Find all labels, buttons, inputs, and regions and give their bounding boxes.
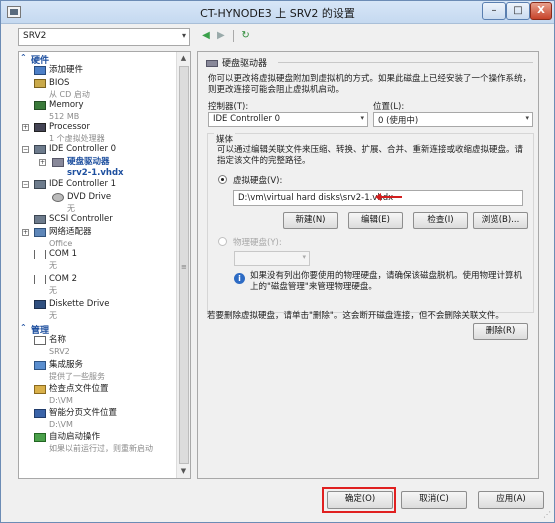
scrollbar-thumb[interactable]: ≡ <box>179 66 189 464</box>
collapse-icon[interactable]: − <box>22 146 29 153</box>
resize-grip-icon[interactable]: ⋰ <box>543 510 551 519</box>
tree-item-diskette-drive[interactable]: Diskette Drive 无 <box>19 299 177 323</box>
collapse-icon: ⌃ <box>20 323 27 332</box>
edit-button[interactable]: 编辑(E) <box>348 212 403 229</box>
tree-item-scsi-controller[interactable]: SCSI Controller <box>19 214 177 227</box>
diskette-drive-icon <box>34 300 46 309</box>
dvd-drive-icon <box>52 193 64 202</box>
settings-window: CT-HYNODE3 上 SRV2 的设置 – □ X SRV2 ▾ ◀ ▶ ↻… <box>0 0 555 523</box>
remove-button[interactable]: 删除(R) <box>473 323 528 340</box>
paging-file-icon <box>34 409 46 418</box>
browse-button[interactable]: 浏览(B)... <box>473 212 528 229</box>
expand-icon[interactable]: + <box>22 229 29 236</box>
media-group: 媒体 可以通过编辑关联文件来压缩、转换、扩展、合并、重新连接或收缩虚拟硬盘。请指… <box>207 133 534 313</box>
window-title: CT-HYNODE3 上 SRV2 的设置 <box>200 7 355 20</box>
tree-scrollbar[interactable]: ▲ ≡ ▼ <box>176 52 190 478</box>
physical-disk-info-text: 如果没有列出你要使用的物理硬盘，请确保该磁盘脱机。使用物理计算机上的"磁盘管理"… <box>250 271 523 292</box>
tree-item-memory[interactable]: Memory 512 MB <box>19 100 177 122</box>
heading-divider <box>278 62 533 63</box>
hard-drive-settings-panel: 硬盘驱动器 你可以更改将虚拟硬盘附加到虚拟机的方式。如果此磁盘上已经安装了一个操… <box>197 51 539 479</box>
tree-item-processor[interactable]: + Processor 1 个虚拟处理器 <box>19 122 177 144</box>
expand-icon[interactable]: + <box>22 124 29 131</box>
chevron-down-icon: ▾ <box>525 114 529 122</box>
com-port-icon <box>34 275 46 284</box>
panel-heading: 硬盘驱动器 <box>206 56 267 69</box>
add-hardware-icon <box>34 66 46 75</box>
hardware-section-header[interactable]: ⌃ 硬件 <box>19 53 177 66</box>
network-adapter-icon <box>34 228 46 237</box>
integration-services-icon <box>34 361 46 370</box>
controller-select[interactable]: IDE Controller 0 ▾ <box>208 112 368 127</box>
close-button[interactable]: X <box>530 2 552 20</box>
virtual-disk-label: 虚拟硬盘(V): <box>233 176 283 186</box>
vm-select-value: SRV2 <box>23 31 47 41</box>
ide-controller-icon <box>34 145 46 154</box>
virtual-disk-radio[interactable] <box>218 175 227 184</box>
tree-item-ide-controller-0[interactable]: − IDE Controller 0 <box>19 144 177 157</box>
ok-button[interactable]: 确定(O) <box>327 491 393 509</box>
com-port-icon <box>34 250 46 259</box>
collapse-icon[interactable]: − <box>22 181 29 188</box>
forward-arrow-icon[interactable]: ▶ <box>215 28 227 44</box>
annotation-arrow <box>375 193 402 201</box>
apply-button[interactable]: 应用(A) <box>478 491 544 509</box>
tree-item-integration-services[interactable]: 集成服务 提供了一些服务 <box>19 360 177 384</box>
scroll-up-icon[interactable]: ▲ <box>177 52 190 65</box>
new-button[interactable]: 新建(N) <box>283 212 338 229</box>
tree-item-dvd-drive[interactable]: DVD Drive 无 <box>19 192 177 214</box>
ide-controller-icon <box>34 180 46 189</box>
checkpoint-icon <box>34 385 46 394</box>
nav-toolbar: ◀ ▶ ↻ <box>200 28 252 46</box>
tree-item-ide-controller-1[interactable]: − IDE Controller 1 <box>19 179 177 192</box>
toolbar-separator <box>232 29 234 42</box>
info-icon: i <box>234 273 245 284</box>
memory-icon <box>34 101 46 110</box>
media-description: 可以通过编辑关联文件来压缩、转换、扩展、合并、重新连接或收缩虚拟硬盘。请指定该文… <box>217 145 524 166</box>
chevron-down-icon: ▾ <box>302 253 306 261</box>
scroll-down-icon[interactable]: ▼ <box>177 465 190 478</box>
collapse-icon: ⌃ <box>20 53 27 62</box>
location-select[interactable]: 0 (使用中) ▾ <box>373 112 533 127</box>
chevron-down-icon: ▾ <box>360 114 364 122</box>
refresh-icon[interactable]: ↻ <box>240 28 252 44</box>
panel-intro-text: 你可以更改将虚拟硬盘附加到虚拟机的方式。如果此磁盘上已经安装了一个操作系统，则更… <box>208 74 532 95</box>
auto-start-icon <box>34 433 46 442</box>
controller-label: 控制器(T): <box>208 102 249 112</box>
cancel-button[interactable]: 取消(C) <box>401 491 467 509</box>
back-arrow-icon[interactable]: ◀ <box>200 28 212 44</box>
maximize-button[interactable]: □ <box>506 2 530 20</box>
bios-icon <box>34 79 46 88</box>
media-group-title: 媒体 <box>214 133 236 145</box>
inspect-button[interactable]: 检查(I) <box>413 212 468 229</box>
tree-item-add-hardware[interactable]: 添加硬件 <box>19 65 177 78</box>
hard-drive-icon <box>52 158 64 167</box>
tree-item-name[interactable]: 名称 SRV2 <box>19 335 177 360</box>
expand-icon[interactable]: + <box>39 159 46 166</box>
physical-disk-label: 物理硬盘(Y): <box>233 238 282 248</box>
physical-disk-select[interactable]: ▾ <box>234 251 310 266</box>
hardware-tree: ⌃ 硬件 添加硬件 BIOS 从 CD 启动 Memory 512 MB + P… <box>18 51 191 479</box>
tree-item-com1[interactable]: COM 1 无 <box>19 249 177 274</box>
grip-icon: ≡ <box>181 263 187 271</box>
remove-hint-text: 若要删除虚拟硬盘，请单击"删除"。这会断开磁盘连接，但不会删除关联文件。 <box>207 311 504 321</box>
hard-drive-icon <box>206 60 218 67</box>
tree-item-auto-start[interactable]: 自动启动操作 如果以前运行过，则重新启动 <box>19 432 177 456</box>
tree-item-bios[interactable]: BIOS 从 CD 启动 <box>19 78 177 100</box>
physical-disk-radio[interactable] <box>218 237 227 246</box>
vm-select[interactable]: SRV2 ▾ <box>18 28 190 46</box>
chevron-down-icon: ▾ <box>181 31 186 40</box>
minimize-button[interactable]: – <box>482 2 506 20</box>
title-bar: CT-HYNODE3 上 SRV2 的设置 – □ X <box>1 1 554 24</box>
tree-item-paging-file-location[interactable]: 智能分页文件位置 D:\VM <box>19 408 177 432</box>
tree-item-hard-drive[interactable]: + 硬盘驱动器 srv2-1.vhdx <box>19 157 177 179</box>
tree-item-com2[interactable]: COM 2 无 <box>19 274 177 299</box>
processor-icon <box>34 123 46 132</box>
location-label: 位置(L): <box>373 102 405 112</box>
tree-item-network-adapter[interactable]: + 网络适配器 Office <box>19 227 177 249</box>
tree-item-checkpoint-location[interactable]: 检查点文件位置 D:\VM <box>19 384 177 408</box>
name-icon <box>34 336 46 345</box>
scsi-controller-icon <box>34 215 46 224</box>
management-section-header[interactable]: ⌃ 管理 <box>19 323 177 336</box>
